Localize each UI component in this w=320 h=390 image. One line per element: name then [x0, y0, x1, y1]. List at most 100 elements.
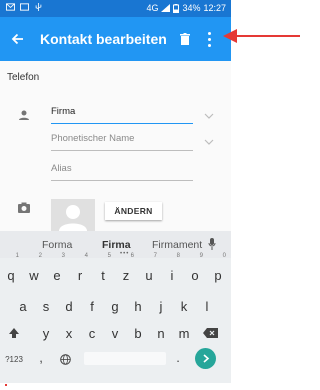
suggestion-center[interactable]: Firma: [102, 239, 131, 251]
delete-button[interactable]: [176, 29, 194, 49]
company-field-value: Firma: [51, 106, 76, 117]
camera-icon: [18, 202, 30, 213]
key-l[interactable]: l: [197, 292, 217, 319]
key-m[interactable]: m: [174, 319, 194, 346]
key-h[interactable]: h: [128, 292, 148, 319]
backspace-key[interactable]: [198, 319, 222, 346]
key-y[interactable]: y: [36, 319, 56, 346]
key-hint: 6: [130, 253, 134, 259]
app-bar: Kontakt bearbeiten: [0, 17, 231, 61]
key-label: i: [170, 268, 174, 283]
trash-icon: [180, 33, 190, 45]
key-f[interactable]: f: [82, 292, 102, 319]
person-icon: [19, 110, 29, 120]
annotation-arrow: [223, 29, 300, 43]
change-photo-button[interactable]: ÄNDERN: [105, 202, 162, 220]
key-q[interactable]: q1: [1, 253, 21, 288]
symbols-key[interactable]: ?123: [2, 346, 26, 373]
key-n[interactable]: n: [151, 319, 171, 346]
suggestion-left[interactable]: Forma: [42, 239, 72, 251]
shift-key[interactable]: [2, 319, 26, 346]
key-i[interactable]: i8: [162, 253, 182, 288]
shift-icon: [9, 327, 19, 338]
key-g[interactable]: g: [105, 292, 125, 319]
chevron-down-icon[interactable]: [204, 138, 214, 146]
key-label: t: [101, 268, 105, 283]
key-w[interactable]: w2: [24, 253, 44, 288]
suggestion-right[interactable]: Firmament: [152, 239, 202, 251]
network-type: 4G: [146, 3, 159, 13]
key-hint: 5: [107, 253, 111, 259]
avatar-placeholder-icon: [59, 205, 87, 231]
key-hint: 1: [15, 253, 19, 259]
key-label: u: [145, 268, 153, 283]
battery-percent: 34%: [182, 3, 201, 13]
key-k[interactable]: k: [174, 292, 194, 319]
suggestion-more-indicator: •••: [120, 251, 130, 257]
alias-placeholder: Alias: [51, 163, 72, 174]
contact-photo[interactable]: [51, 199, 95, 231]
globe-icon: [59, 354, 71, 365]
key-d[interactable]: d: [59, 292, 79, 319]
suggestion-strip: Forma Firma ••• Firmament: [0, 231, 231, 258]
signal-icon: [161, 4, 171, 12]
key-r[interactable]: r4: [70, 253, 90, 288]
key-label: o: [191, 268, 199, 283]
more-vert-icon: [207, 31, 211, 35]
comma-key[interactable]: ,: [34, 344, 48, 371]
key-label: w: [29, 268, 39, 283]
backspace-icon: [202, 327, 218, 338]
key-s[interactable]: s: [36, 292, 56, 319]
key-hint: 2: [38, 253, 42, 259]
key-v[interactable]: v: [105, 319, 125, 346]
usb-icon: [35, 3, 42, 11]
key-z[interactable]: z6: [116, 253, 136, 288]
key-label: q: [7, 268, 15, 283]
status-indicators: 4G 34% 12:27: [146, 3, 226, 13]
page-title: Kontakt bearbeiten: [40, 31, 167, 47]
more-vert-dot: [207, 43, 211, 47]
arrow-back-icon: [11, 33, 23, 45]
key-hint: 9: [199, 253, 203, 259]
battery-icon: [173, 3, 180, 13]
key-hint: 7: [153, 253, 157, 259]
space-bar[interactable]: [84, 352, 166, 365]
key-hint: 4: [84, 253, 88, 259]
key-a[interactable]: a: [13, 292, 33, 319]
microphone-icon[interactable]: [208, 238, 216, 250]
key-x[interactable]: x: [59, 319, 79, 346]
key-label: e: [53, 268, 61, 283]
soft-keyboard: Forma Firma ••• Firmament q1 w2 e3 r4 t5…: [0, 231, 231, 383]
key-label: z: [122, 268, 130, 283]
key-e[interactable]: e3: [47, 253, 67, 288]
section-label: Telefon: [7, 72, 40, 83]
phone-screen: 4G 34% 12:27 Kontakt bearbeiten Telefon …: [0, 0, 231, 383]
screenshot-canvas: 4G 34% 12:27 Kontakt bearbeiten Telefon …: [0, 0, 308, 390]
period-key[interactable]: .: [171, 344, 185, 371]
key-hint: 8: [176, 253, 180, 259]
key-hint: 3: [61, 253, 65, 259]
back-button[interactable]: [6, 28, 28, 50]
company-field[interactable]: Firma: [51, 104, 193, 124]
key-p[interactable]: p0: [208, 253, 228, 288]
key-label: p: [214, 268, 222, 283]
key-c[interactable]: c: [82, 319, 102, 346]
chevron-right-icon: [202, 354, 209, 363]
chevron-down-icon[interactable]: [204, 112, 214, 120]
key-u[interactable]: u7: [139, 253, 159, 288]
overflow-menu-button[interactable]: [201, 27, 217, 51]
key-b[interactable]: b: [128, 319, 148, 346]
clock: 12:27: [203, 3, 226, 13]
image-icon: [20, 3, 29, 11]
language-key[interactable]: [56, 346, 74, 373]
key-j[interactable]: j: [151, 292, 171, 319]
key-o[interactable]: o9: [185, 253, 205, 288]
notification-icons: [6, 3, 43, 11]
key-t[interactable]: t5: [93, 253, 113, 288]
phonetic-name-field[interactable]: Phonetischer Name: [51, 131, 193, 151]
key-label: r: [77, 268, 83, 283]
alias-field[interactable]: Alias: [51, 161, 193, 181]
status-bar: 4G 34% 12:27: [0, 0, 231, 17]
enter-key[interactable]: [195, 348, 216, 369]
more-vert-dot: [207, 37, 211, 41]
